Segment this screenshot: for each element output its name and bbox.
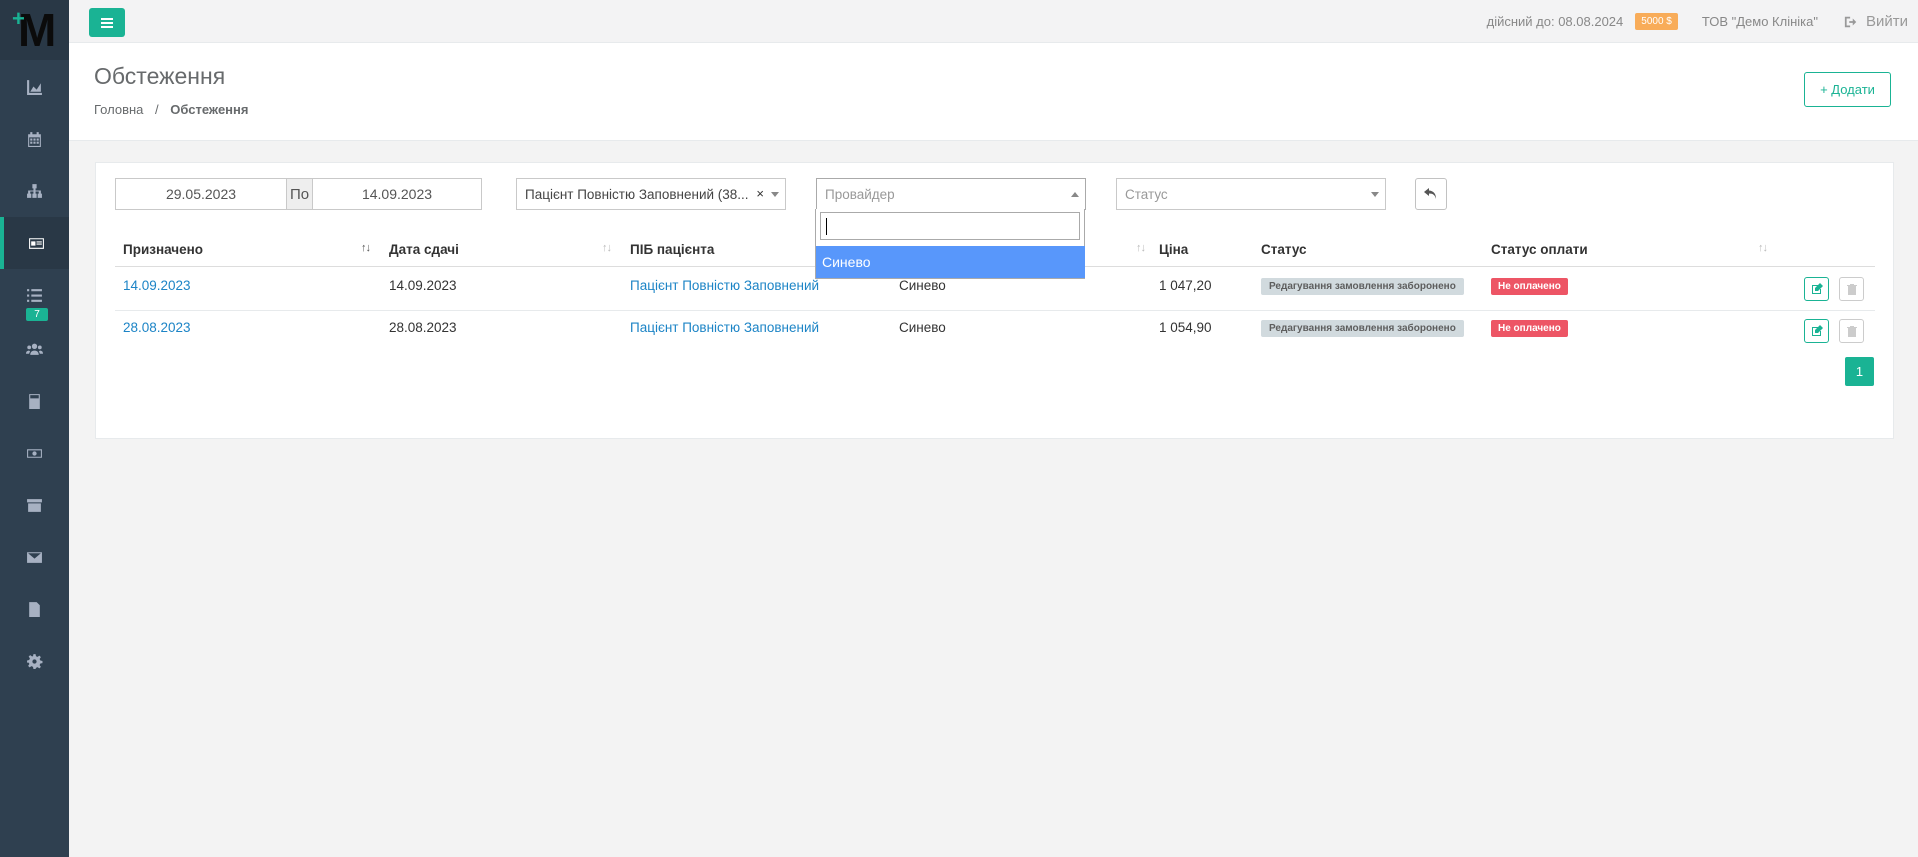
column-header-status[interactable]: Статус — [1261, 242, 1307, 257]
sidebar-badge: 7 — [26, 308, 48, 321]
content-panel: 29.05.2023 По 14.09.2023 Пацієнт Повніст… — [95, 162, 1894, 439]
sort-desc-icon[interactable]: ↑↓ — [361, 242, 371, 254]
row-patient-link[interactable]: Пацієнт Повністю Заповнений — [630, 320, 819, 335]
row-assigned-link[interactable]: 28.08.2023 — [123, 320, 191, 335]
gear-icon — [27, 653, 43, 669]
reset-filters-button[interactable] — [1415, 178, 1447, 210]
sidebar-item-users[interactable] — [0, 323, 69, 375]
column-header-price[interactable]: Ціна — [1159, 242, 1188, 257]
date-to-input[interactable]: 14.09.2023 — [312, 178, 482, 210]
chevron-down-icon — [1371, 192, 1379, 197]
edit-icon — [1811, 325, 1823, 336]
payment-status-badge: Не оплачено — [1491, 320, 1568, 337]
file-icon — [29, 601, 40, 617]
calculator-icon — [29, 393, 40, 409]
column-header-payment-status[interactable]: Статус оплати — [1491, 242, 1588, 257]
sidebar-item-messages[interactable] — [0, 531, 69, 583]
breadcrumb: Головна / Обстеження — [94, 102, 248, 117]
delete-button[interactable] — [1839, 319, 1864, 343]
row-price: 1 047,20 — [1159, 278, 1212, 293]
provider-search-input[interactable] — [820, 212, 1080, 240]
row-submitted-date: 14.09.2023 — [389, 278, 457, 293]
row-patient-link[interactable]: Пацієнт Повністю Заповнений — [630, 278, 819, 293]
sort-icon[interactable]: ↑↓ — [602, 242, 612, 254]
menu-toggle-button[interactable] — [89, 8, 125, 37]
id-card-icon — [29, 237, 44, 249]
row-assigned-link[interactable]: 14.09.2023 — [123, 278, 191, 293]
row-provider: Синево — [899, 278, 946, 293]
sign-out-icon — [1844, 16, 1857, 27]
provider-select[interactable]: Провайдер — [816, 178, 1086, 210]
trash-icon — [1846, 325, 1857, 337]
breadcrumb-home[interactable]: Головна — [94, 102, 143, 117]
sidebar-item-archive[interactable] — [0, 479, 69, 531]
area-chart-icon — [27, 79, 42, 95]
organization-name[interactable]: ТОВ "Демо Клініка" — [1702, 14, 1818, 29]
license-valid-until: дійсний до: 08.08.2024 — [1486, 14, 1624, 29]
sidebar-item-calculator[interactable] — [0, 375, 69, 427]
sort-icon[interactable]: ↑↓ — [1758, 242, 1768, 254]
envelope-icon — [27, 551, 42, 563]
topbar: дійсний до: 08.08.2024 5000 $ ТОВ "Демо … — [69, 0, 1918, 43]
pagination-page-1[interactable]: 1 — [1845, 357, 1874, 386]
provider-select-placeholder: Провайдер — [825, 187, 895, 202]
payment-status-badge: Не оплачено — [1491, 278, 1568, 295]
page-title: Обстеження — [94, 63, 226, 89]
users-icon — [26, 343, 43, 355]
row-divider — [115, 310, 1875, 311]
provider-option[interactable]: Синево — [816, 246, 1085, 278]
patient-select[interactable]: Пацієнт Повністю Заповнений (38... × — [516, 178, 786, 210]
clear-patient-icon[interactable]: × — [756, 186, 764, 201]
status-badge: Редагування замовлення заборонено — [1261, 278, 1464, 295]
trash-icon — [1846, 283, 1857, 295]
date-range-separator: По — [286, 178, 313, 210]
breadcrumb-current: Обстеження — [170, 102, 249, 117]
sidebar-item-documents[interactable] — [0, 583, 69, 635]
edit-icon — [1811, 283, 1823, 294]
money-icon — [27, 448, 42, 458]
row-provider: Синево — [899, 320, 946, 335]
undo-icon — [1424, 188, 1436, 199]
logo-plus-icon: + — [12, 6, 25, 31]
row-submitted-date: 28.08.2023 — [389, 320, 457, 335]
sidebar-item-calendar[interactable] — [0, 113, 69, 165]
add-button[interactable]: + Додати — [1804, 72, 1891, 107]
hamburger-icon — [101, 17, 113, 28]
breadcrumb-separator: / — [155, 102, 159, 117]
status-select-placeholder: Статус — [1125, 186, 1168, 202]
page-heading: Обстеження Головна / Обстеження + Додати — [69, 43, 1918, 141]
sidebar-item-settings[interactable] — [0, 635, 69, 687]
edit-button[interactable] — [1804, 277, 1829, 301]
sidebar-item-statistics[interactable] — [0, 61, 69, 113]
logo[interactable]: M + — [0, 0, 69, 60]
status-select[interactable]: Статус — [1116, 178, 1386, 210]
edit-button[interactable] — [1804, 319, 1829, 343]
sidebar-item-structure[interactable] — [0, 165, 69, 217]
row-price: 1 054,90 — [1159, 320, 1212, 335]
chevron-down-icon — [771, 192, 779, 197]
text-cursor — [826, 218, 827, 235]
column-header-assigned[interactable]: Призначено — [123, 242, 203, 257]
column-header-submitted[interactable]: Дата сдачі — [389, 242, 459, 257]
list-icon — [27, 288, 42, 302]
column-header-patient[interactable]: ПІБ пацієнта — [630, 242, 714, 257]
logout-label: Вийти — [1865, 13, 1908, 30]
date-from-input[interactable]: 29.05.2023 — [115, 178, 287, 210]
sitemap-icon — [27, 183, 42, 198]
provider-dropdown: Синево — [815, 209, 1085, 279]
delete-button[interactable] — [1839, 277, 1864, 301]
balance-badge: 5000 $ — [1635, 13, 1678, 30]
sidebar-item-finance[interactable] — [0, 427, 69, 479]
calendar-icon — [28, 131, 41, 147]
logout-link[interactable]: Вийти — [1844, 13, 1908, 30]
topbar-right: дійсний до: 08.08.2024 5000 $ ТОВ "Демо … — [1487, 0, 1918, 43]
sidebar: M + 7 — [0, 0, 69, 857]
chevron-up-icon — [1071, 192, 1079, 197]
sidebar-item-examinations[interactable] — [0, 217, 69, 269]
status-badge: Редагування замовлення заборонено — [1261, 320, 1464, 337]
patient-select-value: Пацієнт Повністю Заповнений (38... — [525, 186, 749, 202]
archive-icon — [27, 498, 42, 512]
sort-icon[interactable]: ↑↓ — [1136, 242, 1146, 254]
